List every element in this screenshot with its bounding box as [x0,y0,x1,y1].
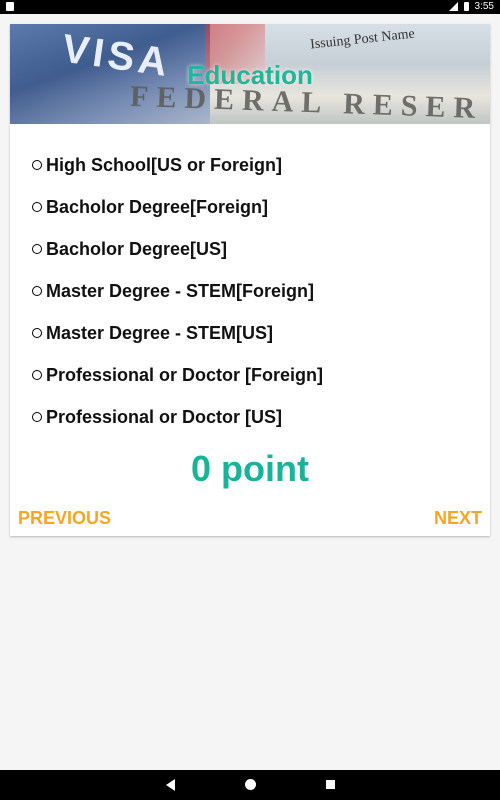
option-master-stem-foreign[interactable]: Master Degree - STEM[Foreign] [32,270,472,312]
banner-image: VISA Issuing Post Name FEDERAL RESER Edu… [10,24,490,124]
battery-icon [463,2,469,11]
status-bar: 3:55 [0,0,500,14]
option-label: Professional or Doctor [Foreign] [46,364,324,385]
radio-button[interactable] [32,244,42,254]
signal-icon [448,2,458,11]
notification-icon [6,2,14,11]
recents-icon[interactable] [326,780,335,789]
option-high-school[interactable]: High School[US or Foreign] [32,144,472,186]
radio-button[interactable] [32,286,42,296]
issuing-post-text: Issuing Post Name [309,26,416,53]
back-icon[interactable] [166,779,175,791]
status-time: 3:55 [474,1,494,12]
home-icon[interactable] [245,779,256,790]
option-professional-us[interactable]: Professional or Doctor [US] [32,396,472,438]
status-icons: 3:55 [448,1,494,12]
option-label: Master Degree - STEM[US] [46,322,274,343]
radio-button[interactable] [32,160,42,170]
score-display: 0 point [191,448,309,489]
previous-button[interactable]: PREVIOUS [18,508,111,529]
radio-button[interactable] [32,328,42,338]
radio-button[interactable] [32,370,42,380]
option-bachelor-us[interactable]: Bacholor Degree[US] [32,228,472,270]
page-title: Education [187,60,313,90]
education-card: VISA Issuing Post Name FEDERAL RESER Edu… [10,24,490,536]
radio-button[interactable] [32,202,42,212]
next-button[interactable]: NEXT [434,508,482,529]
option-label: Bacholor Degree[US] [46,238,228,259]
system-navigation-bar [0,770,500,800]
option-master-stem-us[interactable]: Master Degree - STEM[US] [32,312,472,354]
option-label: High School[US or Foreign] [46,154,282,175]
option-professional-foreign[interactable]: Professional or Doctor [Foreign] [32,354,472,396]
option-bachelor-foreign[interactable]: Bacholor Degree[Foreign] [32,186,472,228]
option-label: Master Degree - STEM[Foreign] [46,280,315,301]
education-options: High School[US or Foreign] Bacholor Degr… [32,144,472,438]
option-label: Professional or Doctor [US] [46,406,283,427]
radio-button[interactable] [32,412,42,422]
option-label: Bacholor Degree[Foreign] [46,196,269,217]
